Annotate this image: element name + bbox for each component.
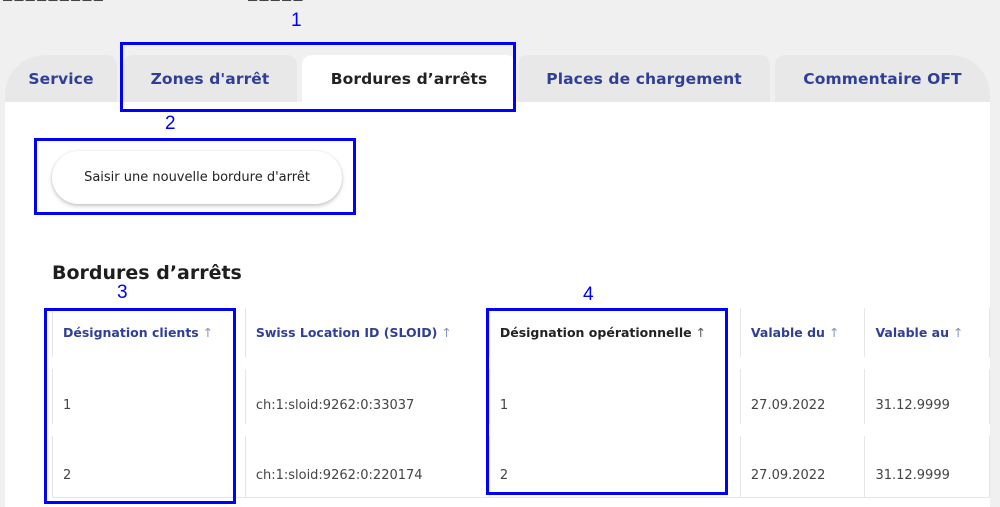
column-header-sloid[interactable]: Swiss Location ID (SLOID) ↑ — [244, 308, 490, 364]
cell-valid-from: 27.09.2022 — [739, 357, 865, 431]
tab-places-chargement[interactable]: Places de chargement — [518, 55, 770, 102]
column-header-label: Valable du — [750, 325, 825, 340]
cell-sloid: ch:1:sloid:9262:0:220174 — [244, 424, 490, 498]
arrow-up-icon: ↑ — [695, 325, 707, 340]
column-header-customer-designation[interactable]: Désignation clients ↑ — [52, 308, 246, 364]
tab-zones-arret[interactable]: Zones d'arrêt — [123, 55, 297, 102]
column-header-label: Désignation opérationnelle — [499, 325, 692, 340]
column-header-operational-designation[interactable]: Désignation opérationnelle ↑ — [488, 308, 741, 364]
table-header-row: Désignation clients ↑ Swiss Location ID (… — [52, 308, 990, 364]
truncated-header-text: ▬▬▬▬▬▬▬▬▬ ▬▬▬▬▬ — [0, 0, 1000, 5]
page: ▬▬▬▬▬▬▬▬▬ ▬▬▬▬▬ Service Zones d'arrêt Bo… — [0, 0, 1000, 507]
tab-service[interactable]: Service — [5, 55, 117, 102]
table-row[interactable]: 2 ch:1:sloid:9262:0:220174 2 27.09.2022 … — [52, 424, 990, 498]
new-stop-edge-button[interactable]: Saisir une nouvelle bordure d'arrêt — [52, 151, 342, 204]
cell-customer-designation: 2 — [52, 424, 246, 498]
annotation-number-1: 1 — [291, 10, 302, 31]
new-stop-edge-button-label: Saisir une nouvelle bordure d'arrêt — [84, 170, 310, 185]
cell-valid-to: 31.12.9999 — [864, 357, 990, 431]
table-row[interactable]: 1 ch:1:sloid:9262:0:33037 1 27.09.2022 3… — [52, 357, 990, 431]
cell-operational-designation: 2 — [488, 424, 741, 498]
tab-label: Bordures d’arrêts — [330, 70, 488, 88]
arrow-up-icon: ↑ — [202, 325, 214, 340]
tab-label: Service — [28, 69, 94, 88]
column-header-valid-from[interactable]: Valable du ↑ — [739, 308, 865, 364]
tab-label: Commentaire OFT — [803, 69, 962, 88]
truncated-text-left: ▬▬▬▬▬▬▬▬▬ — [2, 0, 117, 3]
cell-valid-to: 31.12.9999 — [864, 424, 990, 498]
tab-commentaire-oft[interactable]: Commentaire OFT — [775, 55, 990, 102]
tab-label: Zones d'arrêt — [150, 69, 270, 88]
arrow-up-icon: ↑ — [952, 325, 964, 340]
column-header-label: Valable au — [875, 325, 949, 340]
cell-valid-from: 27.09.2022 — [739, 424, 865, 498]
tab-bordures-arrets[interactable]: Bordures d’arrêts — [302, 55, 516, 103]
cell-operational-designation: 1 — [488, 357, 741, 431]
column-header-label: Swiss Location ID (SLOID) — [255, 325, 438, 340]
column-header-valid-to[interactable]: Valable au ↑ — [864, 308, 990, 364]
arrow-up-icon: ↑ — [828, 325, 840, 340]
cell-sloid: ch:1:sloid:9262:0:33037 — [244, 357, 490, 431]
arrow-up-icon: ↑ — [441, 325, 452, 340]
tab-bar: Service Zones d'arrêt Bordures d’arrêts … — [5, 55, 990, 103]
tab-label: Places de chargement — [546, 69, 742, 88]
column-header-label: Désignation clients — [63, 325, 199, 340]
truncated-text-right: ▬▬▬▬▬ — [247, 0, 317, 3]
stop-edges-table: Désignation clients ↑ Swiss Location ID (… — [52, 308, 990, 498]
cell-customer-designation: 1 — [52, 357, 246, 431]
section-title: Bordures d’arrêts — [52, 262, 242, 284]
